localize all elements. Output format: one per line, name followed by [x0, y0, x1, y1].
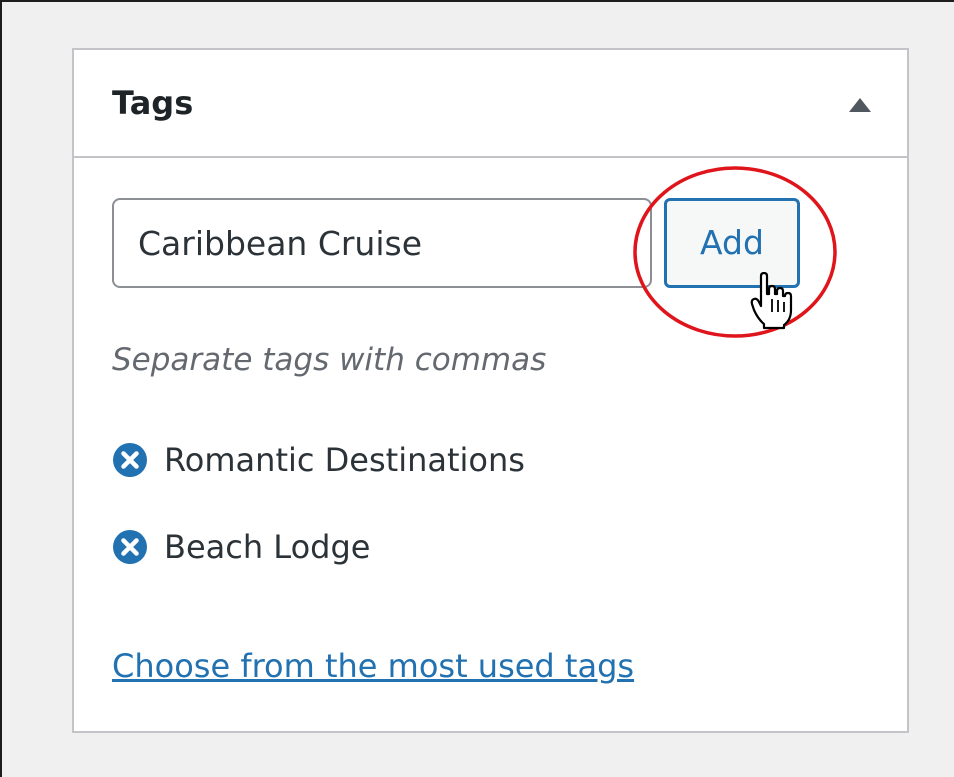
most-used-tags-link[interactable]: Choose from the most used tags [112, 647, 634, 685]
tag-item: Romantic Destinations [112, 440, 525, 480]
panel-header[interactable]: Tags [74, 50, 907, 158]
remove-circle-icon[interactable] [112, 529, 148, 565]
triangle-up-icon[interactable] [843, 88, 877, 122]
tag-label: Beach Lodge [164, 528, 371, 566]
tag-hint: Separate tags with commas [112, 342, 547, 378]
remove-circle-icon[interactable] [112, 442, 148, 478]
tags-panel: Tags Add Separate tags with commas Roman… [72, 48, 909, 733]
add-tag-button[interactable]: Add [664, 198, 800, 288]
tag-item: Beach Lodge [112, 527, 370, 567]
tag-input[interactable] [112, 198, 652, 288]
panel-title: Tags [112, 84, 194, 122]
tag-label: Romantic Destinations [164, 441, 525, 479]
